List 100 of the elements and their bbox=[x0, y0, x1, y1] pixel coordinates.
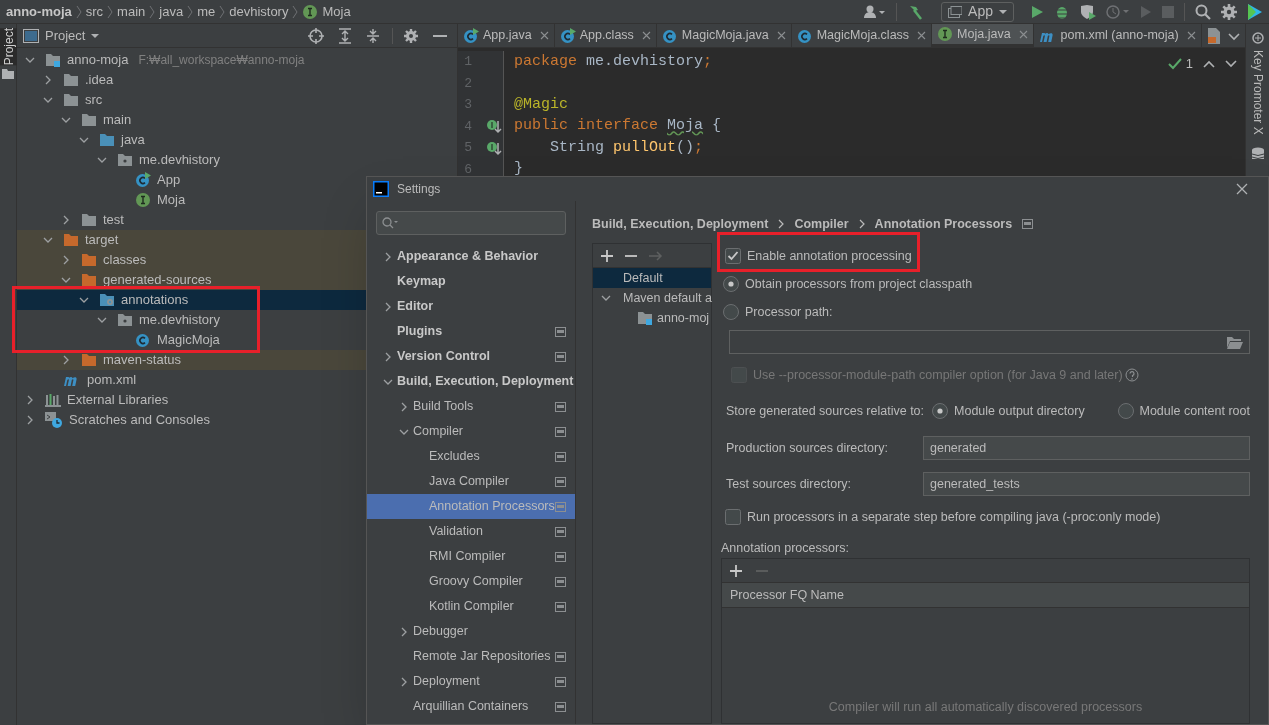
locate-icon[interactable] bbox=[308, 27, 324, 44]
radio-button[interactable] bbox=[1117, 403, 1134, 419]
settings-nav-item[interactable]: RMI Compiler bbox=[367, 544, 575, 569]
add-icon[interactable] bbox=[730, 564, 742, 577]
breadcrumb-item[interactable]: anno-moja bbox=[6, 1, 72, 22]
chevron-down-icon[interactable] bbox=[43, 95, 53, 105]
chevron-right-icon[interactable] bbox=[25, 395, 35, 405]
project-tool-tab[interactable]: Project bbox=[0, 28, 17, 66]
radio-button[interactable] bbox=[932, 403, 949, 419]
chevron-down-icon[interactable] bbox=[601, 293, 611, 303]
breadcrumb-item[interactable]: me bbox=[197, 1, 216, 22]
run-config-dropdown[interactable]: App bbox=[941, 1, 1014, 22]
user-icon[interactable] bbox=[864, 4, 887, 19]
text-field[interactable]: generated_tests bbox=[923, 472, 1250, 496]
profile-item[interactable]: Default bbox=[593, 268, 711, 288]
coverage-icon[interactable] bbox=[1080, 3, 1096, 20]
breadcrumb-item[interactable]: Moja bbox=[302, 1, 351, 22]
tree-item[interactable]: me.devhistory bbox=[17, 150, 457, 170]
chevron-down-icon[interactable] bbox=[43, 235, 53, 245]
settings-nav-item[interactable]: Plugins bbox=[367, 319, 575, 344]
text-field[interactable]: generated bbox=[923, 436, 1250, 460]
chevron-right-icon[interactable] bbox=[399, 676, 409, 687]
panel-title[interactable]: Project bbox=[45, 25, 86, 46]
tree-item[interactable]: .idea bbox=[17, 70, 457, 90]
settings-nav-item[interactable]: Kotlin Compiler bbox=[367, 594, 575, 619]
settings-icon[interactable] bbox=[403, 27, 419, 44]
close-icon[interactable] bbox=[1186, 31, 1196, 40]
tree-item[interactable]: main bbox=[17, 110, 457, 130]
chevron-right-icon[interactable] bbox=[43, 75, 53, 85]
settings-nav-item[interactable]: Groovy Compiler bbox=[367, 569, 575, 594]
collapse-all-icon[interactable] bbox=[366, 27, 380, 44]
settings-nav-item[interactable]: Validation bbox=[367, 519, 575, 544]
chevron-right-icon[interactable] bbox=[61, 255, 71, 265]
chevron-right-icon[interactable] bbox=[25, 415, 35, 425]
editor-tab[interactable]: Moja.java bbox=[932, 24, 1034, 47]
close-icon[interactable] bbox=[776, 31, 786, 40]
checkbox-label[interactable]: Enable annotation processing bbox=[747, 246, 912, 266]
tree-item[interactable]: anno-moja F:₩all_workspace₩anno-moja bbox=[17, 50, 457, 70]
breadcrumb-item[interactable]: java bbox=[159, 1, 184, 22]
run-icon[interactable] bbox=[1030, 4, 1044, 19]
search-field[interactable] bbox=[376, 211, 566, 235]
chevron-right-icon[interactable] bbox=[399, 401, 409, 412]
close-icon[interactable] bbox=[1236, 183, 1248, 195]
radio-label[interactable]: Module content root bbox=[1139, 401, 1250, 421]
inspection-status[interactable]: 1 bbox=[1167, 54, 1193, 74]
chevron-up-icon[interactable] bbox=[1203, 58, 1215, 69]
chevron-down-icon[interactable] bbox=[79, 135, 89, 145]
tree-item[interactable]: java bbox=[17, 130, 457, 150]
settings-nav-item[interactable]: Remote Jar Repositories bbox=[367, 644, 575, 669]
chevron-right-icon[interactable] bbox=[61, 355, 71, 365]
expand-all-icon[interactable] bbox=[338, 27, 352, 44]
breadcrumb-item[interactable]: devhistory bbox=[229, 1, 289, 22]
profiler-icon[interactable] bbox=[1106, 3, 1130, 20]
add-icon[interactable] bbox=[601, 249, 613, 262]
settings-nav-item[interactable]: Debugger bbox=[367, 619, 575, 644]
settings-icon[interactable] bbox=[1221, 3, 1237, 20]
close-icon[interactable] bbox=[641, 31, 651, 40]
editor-tab[interactable]: pom.xml (anno-moja) bbox=[1033, 24, 1202, 47]
tree-item[interactable]: test bbox=[17, 210, 457, 230]
radio-label[interactable]: Obtain processors from project classpath bbox=[745, 274, 973, 294]
chevron-right-icon[interactable] bbox=[383, 351, 393, 362]
breadcrumb-item[interactable]: Build, Execution, Deployment bbox=[592, 214, 769, 234]
settings-nav-item[interactable]: Build, Execution, Deployment bbox=[367, 369, 575, 394]
breadcrumb-item[interactable]: src bbox=[85, 1, 104, 22]
editor-tab[interactable]: MagicMoja.java bbox=[656, 24, 792, 47]
chevron-down-icon[interactable] bbox=[25, 55, 35, 65]
radio-button[interactable] bbox=[723, 276, 739, 292]
chevron-right-icon[interactable] bbox=[61, 215, 71, 225]
settings-nav-item[interactable]: Deployment bbox=[367, 669, 575, 694]
editor-tab[interactable]: App.java bbox=[458, 24, 555, 47]
settings-nav-item[interactable]: Build Tools bbox=[367, 394, 575, 419]
checkbox[interactable] bbox=[725, 509, 741, 525]
close-icon[interactable] bbox=[917, 31, 927, 40]
checkbox-label[interactable]: Run processors in a separate step before compiling java (-proc:only mode) bbox=[747, 507, 1161, 527]
chevron-right-icon[interactable] bbox=[399, 626, 409, 637]
tree-item[interactable]: src bbox=[17, 90, 457, 110]
radio-label[interactable]: Module output directory bbox=[954, 401, 1085, 421]
settings-nav-item[interactable]: Arquillian Containers bbox=[367, 694, 575, 719]
settings-nav-item[interactable]: Java Compiler bbox=[367, 469, 575, 494]
checkbox[interactable] bbox=[725, 248, 741, 264]
chevron-down-icon[interactable] bbox=[61, 275, 71, 285]
chevron-down-icon[interactable] bbox=[97, 155, 107, 165]
implemented-icon[interactable] bbox=[486, 139, 502, 156]
chevron-down-icon[interactable] bbox=[97, 315, 107, 325]
radio-button[interactable] bbox=[723, 304, 739, 320]
close-icon[interactable] bbox=[539, 31, 549, 40]
chevron-right-icon[interactable] bbox=[383, 251, 393, 262]
folder-open-icon[interactable] bbox=[1227, 335, 1243, 349]
chevron-down-icon[interactable] bbox=[61, 115, 71, 125]
key-promoter-tool-tab[interactable]: Key Promoter X bbox=[1248, 50, 1267, 135]
chevron-down-icon[interactable] bbox=[1225, 58, 1237, 69]
settings-nav-item[interactable]: Compiler bbox=[367, 419, 575, 444]
column-header[interactable]: Processor FQ Name bbox=[730, 585, 844, 605]
radio-label[interactable]: Processor path: bbox=[745, 302, 833, 322]
help-icon[interactable] bbox=[1124, 368, 1139, 382]
implemented-icon[interactable] bbox=[486, 118, 502, 135]
chevron-right-icon[interactable] bbox=[383, 301, 393, 312]
profile-item[interactable]: anno-moj bbox=[593, 308, 711, 328]
breadcrumb-item[interactable]: main bbox=[117, 1, 146, 22]
search-icon[interactable] bbox=[1195, 3, 1211, 20]
